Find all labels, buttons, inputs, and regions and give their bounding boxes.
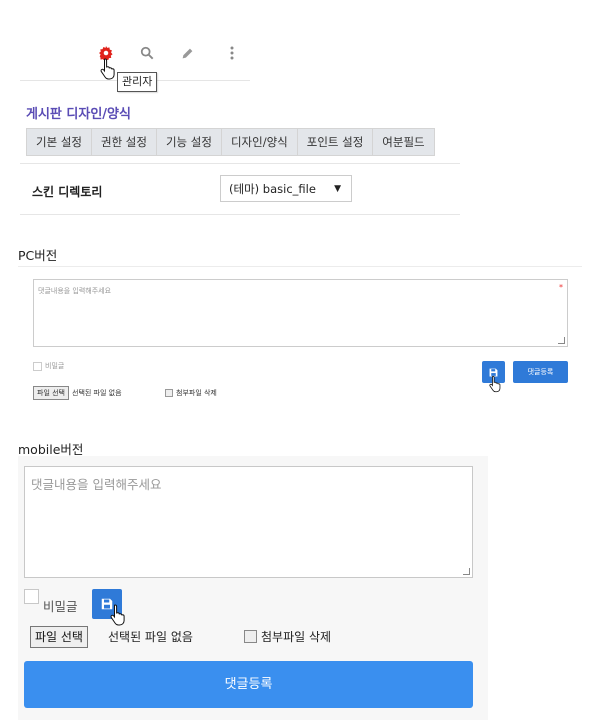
mobile-secret-label: 비밀글 <box>43 599 78 614</box>
settings-tabs: 기본 설정 권한 설정 기능 설정 디자인/양식 포인트 설정 여분필드 <box>26 128 435 156</box>
resize-handle-icon[interactable] <box>558 337 565 344</box>
pc-file-input[interactable]: 파일 선택 선택된 파일 없음 <box>33 386 122 400</box>
mobile-file-button[interactable]: 파일 선택 <box>30 626 88 648</box>
tab-point[interactable]: 포인트 설정 <box>298 129 374 155</box>
tab-design[interactable]: 디자인/양식 <box>222 129 298 155</box>
hand-cursor-icon <box>110 604 128 626</box>
mobile-delete-attachment-option[interactable]: 첨부파일 삭제 <box>244 628 331 645</box>
pc-submit-button[interactable]: 댓글등록 <box>513 361 568 383</box>
pc-secret-label: 비밀글 <box>45 362 65 370</box>
page-title: 게시판 디자인/양식 <box>26 107 131 122</box>
pc-delete-attachment-option[interactable]: 첨부파일 삭제 <box>165 388 217 398</box>
tab-basic[interactable]: 기본 설정 <box>27 129 92 155</box>
pc-file-button[interactable]: 파일 선택 <box>33 386 69 400</box>
mobile-submit-button[interactable]: 댓글등록 <box>24 661 473 708</box>
admin-tooltip: 관리자 <box>117 72 158 92</box>
pc-section-title: PC버전 <box>18 248 58 263</box>
more-vertical-icon[interactable] <box>223 44 241 62</box>
divider <box>20 163 460 164</box>
resize-handle-icon[interactable] <box>463 568 470 575</box>
mobile-placeholder: 댓글내용을 입력해주세요 <box>31 477 162 492</box>
pc-delete-checkbox[interactable] <box>165 389 173 397</box>
skin-select-value: (테마) basic_file <box>229 182 316 196</box>
hand-cursor-icon <box>100 58 118 80</box>
mobile-delete-checkbox[interactable] <box>244 630 257 643</box>
caret-down-icon: ▼ <box>334 184 341 194</box>
pc-secret-checkbox[interactable] <box>33 361 42 371</box>
search-icon[interactable] <box>138 44 156 62</box>
pencil-icon[interactable] <box>178 44 196 62</box>
required-mark: * <box>559 283 563 292</box>
pc-file-status: 선택된 파일 없음 <box>72 389 122 397</box>
tab-extra-fields[interactable]: 여분필드 <box>373 129 433 155</box>
pc-placeholder: 댓글내용을 입력해주세요 <box>38 287 112 295</box>
pc-secret-option[interactable]: 비밀글 <box>33 361 64 371</box>
skin-directory-label: 스킨 디렉토리 <box>32 185 103 199</box>
divider <box>18 266 582 267</box>
mobile-secret-checkbox[interactable] <box>24 589 39 604</box>
mobile-delete-label: 첨부파일 삭제 <box>261 630 332 644</box>
mobile-comment-textarea[interactable]: 댓글내용을 입력해주세요 <box>24 466 473 578</box>
hand-cursor-icon <box>489 375 507 397</box>
tab-feature[interactable]: 기능 설정 <box>157 129 222 155</box>
skin-directory-select[interactable]: (테마) basic_file ▼ <box>220 175 352 202</box>
tab-permission[interactable]: 권한 설정 <box>92 129 157 155</box>
pc-comment-textarea[interactable]: 댓글내용을 입력해주세요 * <box>33 279 568 347</box>
mobile-file-status: 선택된 파일 없음 <box>108 630 193 644</box>
divider <box>20 214 460 215</box>
pc-delete-label: 첨부파일 삭제 <box>176 389 217 397</box>
